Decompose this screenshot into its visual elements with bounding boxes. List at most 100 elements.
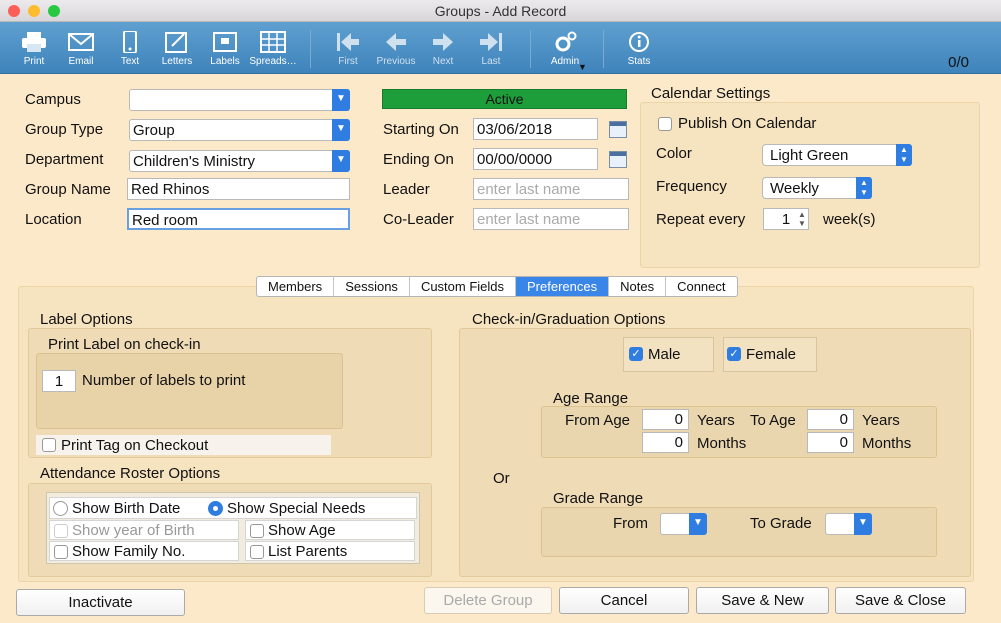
previous-label: Previous: [376, 56, 416, 67]
record-counter: 0/0: [948, 54, 969, 71]
to-years-input[interactable]: 0: [807, 409, 854, 430]
family-no-checkbox[interactable]: [54, 545, 68, 559]
female-label: Female: [746, 346, 797, 363]
publish-calendar-checkbox[interactable]: [658, 117, 672, 131]
calendar-settings-title: Calendar Settings: [651, 85, 771, 102]
inactivate-button[interactable]: Inactivate: [16, 589, 185, 616]
co-leader-input[interactable]: enter last name: [473, 208, 629, 230]
cancel-button[interactable]: Cancel: [559, 587, 689, 614]
list-parents-label: List Parents: [268, 543, 348, 560]
print-tag-checkbox[interactable]: [42, 438, 56, 452]
location-label: Location: [25, 211, 82, 228]
to-months-label: Months: [862, 435, 912, 452]
tab-preferences[interactable]: Preferences: [516, 277, 610, 296]
show-special-needs-radio[interactable]: [208, 501, 223, 516]
print-tag-label: Print Tag on Checkout: [61, 437, 209, 454]
from-years-input[interactable]: 0: [642, 409, 689, 430]
from-months-label: Months: [697, 435, 747, 452]
title-bar: Groups - Add Record: [0, 0, 1001, 22]
info-icon: [629, 32, 649, 52]
print-button[interactable]: Print: [14, 22, 54, 74]
group-type-select[interactable]: Group ▼: [129, 119, 350, 141]
tab-connect[interactable]: Connect: [666, 277, 736, 296]
co-leader-label: Co-Leader: [383, 211, 454, 228]
save-new-button[interactable]: Save & New: [696, 587, 829, 614]
arrow-right-icon: [433, 33, 453, 51]
printer-icon: [22, 32, 46, 52]
letters-button[interactable]: Letters: [157, 22, 197, 74]
toolbar-divider: [310, 30, 311, 68]
stepper-icon[interactable]: ▲ ▼: [798, 210, 806, 228]
leader-input[interactable]: enter last name: [473, 178, 629, 200]
previous-button[interactable]: Previous: [375, 22, 417, 74]
tab-members[interactable]: Members: [257, 277, 335, 296]
tab-bar: Members Sessions Custom Fields Preferenc…: [256, 276, 738, 297]
year-of-birth-checkbox[interactable]: [54, 524, 68, 538]
phone-icon: [123, 31, 137, 53]
year-of-birth-label: Show year of Birth: [72, 522, 195, 539]
email-label: Email: [68, 56, 94, 67]
age-range-title: Age Range: [553, 390, 629, 407]
to-years-label: Years: [862, 412, 900, 429]
tab-custom-fields[interactable]: Custom Fields: [410, 277, 517, 296]
first-button[interactable]: First: [328, 22, 368, 74]
tab-notes[interactable]: Notes: [609, 277, 667, 296]
repeat-unit-label: week(s): [823, 211, 876, 228]
show-birth-date-label: Show Birth Date: [72, 500, 181, 517]
next-button[interactable]: Next: [423, 22, 463, 74]
last-button[interactable]: Last: [471, 22, 511, 74]
status-badge: Active: [382, 89, 627, 109]
to-months-input[interactable]: 0: [807, 432, 854, 453]
label-count-label: Number of labels to print: [82, 372, 246, 389]
show-age-label: Show Age: [268, 522, 336, 539]
campus-label: Campus: [25, 91, 81, 108]
chevron-down-icon: ▼: [689, 513, 707, 535]
group-name-input[interactable]: Red Rhinos: [127, 178, 350, 200]
show-birth-date-radio[interactable]: [53, 501, 68, 516]
label-count-input[interactable]: 1: [42, 370, 76, 392]
male-label: Male: [648, 346, 681, 363]
calendar-icon[interactable]: [609, 151, 627, 168]
email-button[interactable]: Email: [61, 22, 101, 74]
to-grade-select[interactable]: ▼: [825, 513, 872, 535]
campus-select[interactable]: ▼: [129, 89, 350, 111]
location-input[interactable]: Red room: [127, 208, 350, 230]
stats-label: Stats: [627, 56, 651, 67]
frequency-value: Weekly: [770, 180, 819, 197]
text-button[interactable]: Text: [110, 22, 150, 74]
department-select[interactable]: Children's Ministry ▼: [129, 150, 350, 172]
starting-date-input[interactable]: 03/06/2018: [473, 118, 598, 140]
calendar-icon[interactable]: [609, 121, 627, 138]
first-icon: [337, 33, 359, 51]
frequency-select[interactable]: Weekly ▲ ▼: [762, 177, 872, 199]
show-special-needs-label: Show Special Needs: [227, 500, 366, 517]
ending-date-input[interactable]: 00/00/0000: [473, 148, 598, 170]
list-parents-checkbox[interactable]: [250, 545, 264, 559]
male-checkbox[interactable]: ✓: [629, 347, 643, 361]
from-grade-select[interactable]: ▼: [660, 513, 707, 535]
save-close-button[interactable]: Save & Close: [835, 587, 966, 614]
toolbar-divider: [530, 30, 531, 68]
from-months-input[interactable]: 0: [642, 432, 689, 453]
delete-group-button[interactable]: Delete Group: [424, 587, 552, 614]
roster-options-title: Attendance Roster Options: [40, 465, 221, 482]
family-no-label: Show Family No.: [72, 543, 186, 560]
print-label-subtitle: Print Label on check-in: [48, 336, 201, 353]
spreadsheet-button[interactable]: Spreads…: [246, 22, 300, 74]
show-age-checkbox[interactable]: [250, 524, 264, 538]
color-select[interactable]: Light Green ▲ ▼: [762, 144, 912, 166]
to-grade-label: To Grade: [750, 515, 812, 532]
tab-sessions[interactable]: Sessions: [334, 277, 410, 296]
checkin-options-title: Check-in/Graduation Options: [472, 311, 666, 328]
chevron-down-icon: ▼: [332, 119, 350, 141]
or-label: Or: [493, 470, 510, 487]
stats-button[interactable]: Stats: [619, 22, 659, 74]
female-checkbox[interactable]: ✓: [727, 347, 741, 361]
grade-range-panel: [541, 507, 937, 557]
to-age-label: To Age: [750, 412, 796, 429]
label-options-title: Label Options: [40, 311, 133, 328]
from-years-label: Years: [697, 412, 735, 429]
repeat-every-label: Repeat every: [656, 211, 746, 228]
labels-button[interactable]: Labels: [205, 22, 245, 74]
text-label: Text: [120, 56, 140, 67]
